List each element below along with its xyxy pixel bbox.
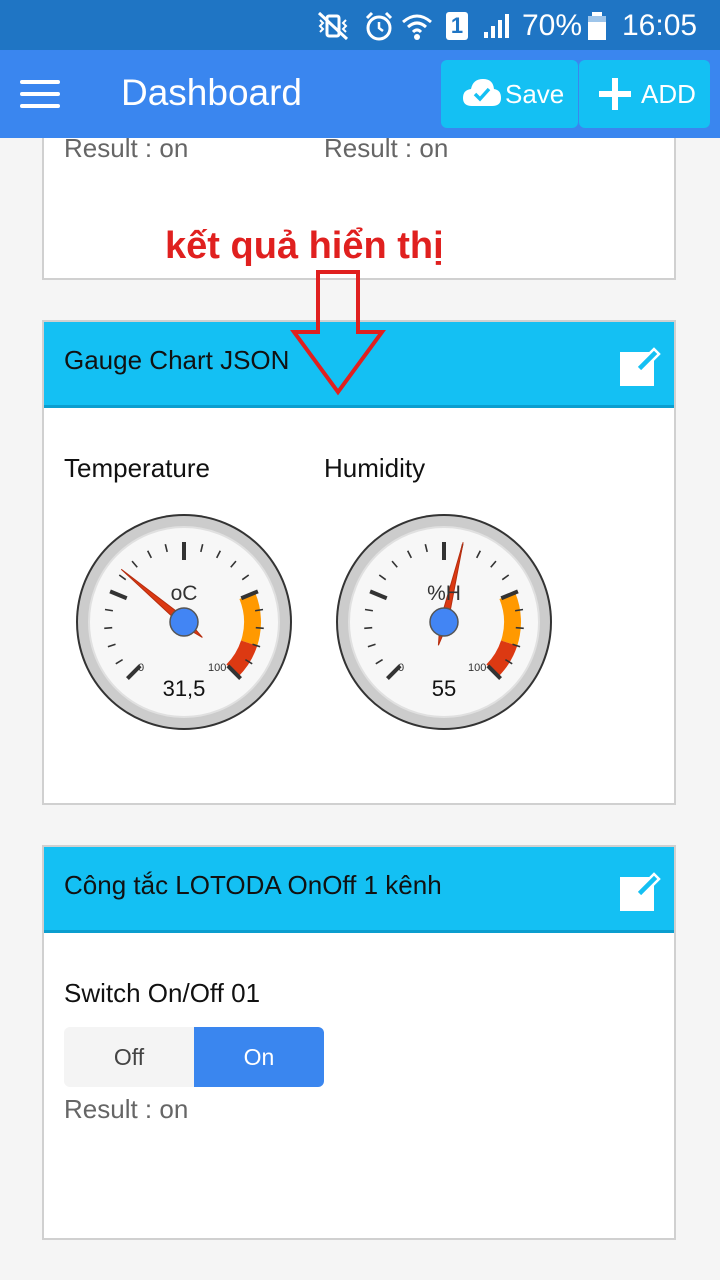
menu-icon[interactable] [20, 80, 60, 108]
gauge-max: 100 [468, 662, 487, 674]
edit-icon[interactable] [618, 344, 662, 388]
sim-1-icon: 1 [446, 12, 468, 40]
card-title: Gauge Chart JSON [64, 345, 290, 375]
gauge-min: 0 [138, 662, 145, 674]
down-arrow-icon [290, 270, 386, 396]
edit-icon[interactable] [618, 869, 662, 913]
save-button[interactable]: Save [441, 60, 578, 128]
wifi-icon [402, 14, 432, 40]
minor-tick [255, 626, 264, 630]
sim-slot-label: 1 [450, 13, 464, 38]
switch-label: Switch On/Off 01 [64, 978, 261, 1008]
clock: 16:05 [622, 9, 698, 42]
minor-tick [104, 626, 113, 630]
alarm-icon [365, 11, 393, 41]
result-text: Result : on [64, 133, 189, 163]
minor-tick [515, 626, 524, 630]
gauge-hub [169, 607, 199, 637]
add-button-label: ADD [641, 79, 696, 109]
vibrate-mute-icon [317, 11, 349, 41]
temperature-gauge: oC 31,5 0 100 [74, 512, 294, 732]
add-button[interactable]: ADD [579, 60, 710, 128]
app-bar: Dashboard Save ADD [0, 50, 720, 138]
humidity-gauge: %H 55 0 100 [334, 512, 554, 732]
gauge-hub [429, 607, 459, 637]
humidity-label: Humidity [324, 453, 426, 483]
gauge-unit: oC [170, 582, 198, 605]
switch-card: Công tắc LOTODA OnOff 1 kênh Switch On/O… [42, 845, 676, 1240]
gauge-min: 0 [398, 662, 405, 674]
result-text: Result : on [324, 133, 449, 163]
battery-icon [588, 12, 606, 40]
cloud-check-icon [463, 79, 501, 106]
gauge-value: 55 [431, 676, 457, 701]
temperature-label: Temperature [64, 453, 210, 483]
battery-percent: 70% [522, 9, 583, 42]
card-header: Công tắc LOTODA OnOff 1 kênh [44, 847, 674, 933]
gauge-unit: %H [427, 582, 461, 605]
status-bar: 1 70% 16:05 [0, 0, 720, 50]
on-off-switch[interactable]: Off On [64, 1027, 324, 1087]
switch-off-button[interactable]: Off [64, 1027, 194, 1087]
switch-on-button[interactable]: On [194, 1027, 324, 1087]
page-title: Dashboard [121, 72, 303, 113]
gauge-value: 31,5 [162, 676, 206, 701]
plus-icon [599, 78, 631, 110]
minor-tick [364, 626, 373, 630]
annotation-text: kết quả hiển thị [165, 225, 444, 267]
result-text: Result : on [64, 1094, 189, 1124]
gauge-max: 100 [208, 662, 227, 674]
signal-icon [484, 14, 509, 38]
save-button-label: Save [505, 79, 565, 109]
card-title: Công tắc LOTODA OnOff 1 kênh [64, 870, 442, 900]
